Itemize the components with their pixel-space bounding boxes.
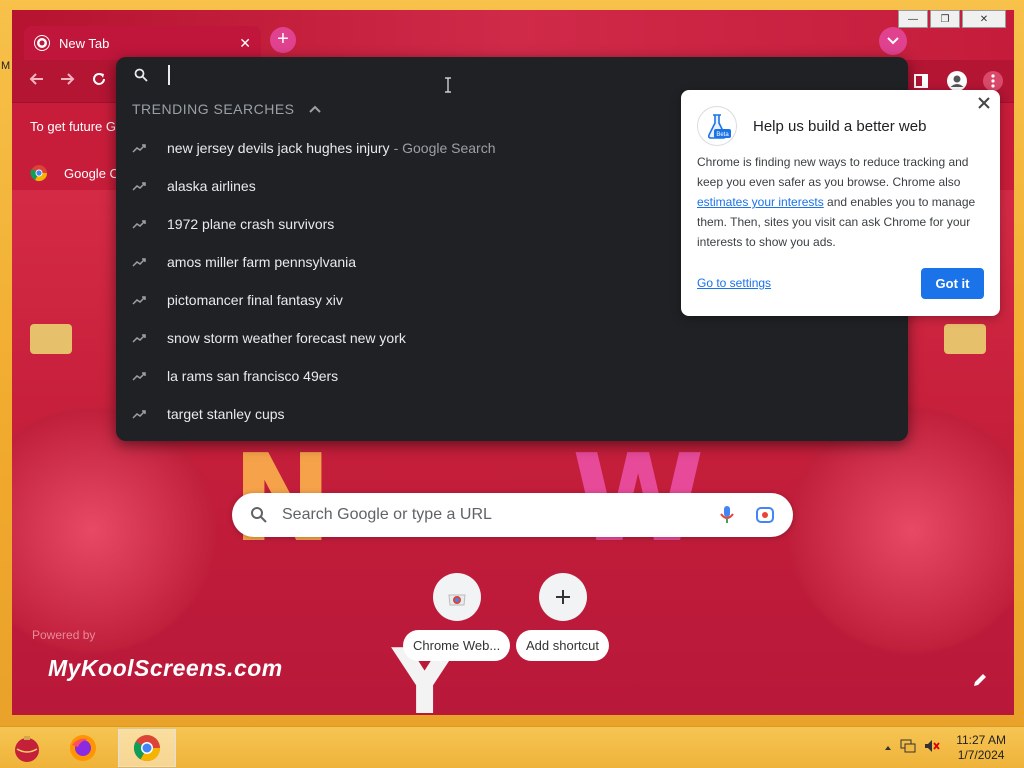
pencil-edit-icon[interactable]: [972, 672, 988, 693]
shortcut-chrome-web-store[interactable]: Chrome Web...: [403, 573, 511, 661]
tab-close-icon[interactable]: ✕: [239, 35, 251, 52]
trending-header-label: TRENDING SEARCHES: [132, 101, 295, 117]
privacy-sandbox-promo: Beta Help us build a better web Chrome i…: [681, 90, 1000, 316]
profile-avatar-icon[interactable]: [946, 70, 968, 92]
maximize-button[interactable]: ❐: [930, 10, 960, 28]
tab-title: New Tab: [59, 35, 110, 51]
firefox-icon[interactable]: [66, 731, 100, 765]
web-store-icon: [432, 573, 481, 621]
ntp-search-box[interactable]: [232, 493, 793, 537]
close-window-button[interactable]: ✕: [962, 10, 1006, 28]
trending-arrow-icon: [132, 181, 148, 191]
system-tray: [884, 739, 940, 756]
reload-icon[interactable]: [86, 68, 112, 94]
trending-arrow-icon: [132, 143, 148, 153]
trending-arrow-icon: [132, 257, 148, 267]
shortcut-add[interactable]: Add shortcut: [516, 573, 609, 661]
trending-arrow-icon: [132, 333, 148, 343]
camera-lens-icon[interactable]: [755, 506, 775, 524]
clock[interactable]: 11:27 AM 1/7/2024: [956, 733, 1006, 763]
trending-arrow-icon: [132, 409, 148, 419]
plus-icon: [538, 573, 587, 621]
brand-watermark: MyKoolScreens.com: [48, 655, 283, 681]
start-ornament-icon[interactable]: [10, 731, 44, 765]
suggestion-text: 1972 plane crash survivors: [167, 216, 335, 232]
search-icon: [134, 68, 148, 82]
trending-arrow-icon: [132, 219, 148, 229]
promo-body: Chrome is finding new ways to reduce tra…: [697, 152, 987, 252]
minimize-button[interactable]: —: [898, 10, 928, 28]
taskbar: 11:27 AM 1/7/2024: [0, 726, 1024, 768]
text-caret: [168, 65, 170, 85]
suggestion-item[interactable]: snow storm weather forecast new york: [132, 319, 892, 357]
window-controls: — ❐ ✕: [898, 10, 1006, 28]
suggestion-item[interactable]: la rams san francisco 49ers: [132, 357, 892, 395]
chrome-favicon-icon: [34, 35, 50, 51]
go-to-settings-link[interactable]: Go to settings: [697, 276, 771, 290]
mouse-ibeam-cursor-icon: [444, 77, 452, 98]
forward-arrow-icon[interactable]: [54, 68, 80, 94]
desktop-icon-fragment: M: [1, 60, 11, 72]
promo-title: Help us build a better web: [753, 118, 927, 135]
omnibox-input-row[interactable]: [116, 57, 908, 93]
suggestion-item[interactable]: target stanley cups: [132, 395, 892, 433]
beta-badge-text: Beta: [716, 132, 729, 138]
info-bar-text: To get future G: [30, 119, 116, 134]
toolbar-right-icons: [910, 70, 1004, 92]
ornament-left-decoration: [30, 324, 72, 354]
shortcut-label: Add shortcut: [516, 630, 609, 661]
new-tab-button[interactable]: +: [270, 27, 296, 53]
suggestion-text: new jersey devils jack hughes injury: [167, 140, 390, 156]
promo-body-text: Chrome is finding new ways to reduce tra…: [697, 155, 969, 189]
title-bar: New Tab ✕ + — ❐ ✕: [12, 10, 1014, 60]
got-it-button[interactable]: Got it: [921, 268, 984, 299]
chrome-logo-icon: [30, 165, 48, 182]
back-arrow-icon[interactable]: [24, 68, 50, 94]
close-icon[interactable]: [978, 96, 990, 114]
suggestion-text: snow storm weather forecast new york: [167, 330, 406, 346]
suggestion-text: alaska airlines: [167, 178, 256, 194]
trending-arrow-icon: [132, 295, 148, 305]
ornament-right-decoration: [944, 324, 986, 354]
chevron-up-icon[interactable]: [308, 105, 321, 113]
beta-flask-icon: Beta: [697, 106, 737, 146]
estimates-interests-link[interactable]: estimates your interests: [697, 195, 824, 209]
ntp-search-input[interactable]: [282, 506, 719, 524]
powered-by-text: Powered by: [32, 628, 96, 642]
tab-search-button[interactable]: [879, 27, 907, 55]
suggestion-text: la rams san francisco 49ers: [167, 368, 339, 384]
clock-time: 11:27 AM: [956, 733, 1006, 747]
clock-date: 1/7/2024: [957, 748, 1005, 762]
suggestion-text: target stanley cups: [167, 406, 285, 422]
microphone-icon[interactable]: [719, 505, 735, 525]
network-icon[interactable]: [900, 739, 916, 756]
volume-muted-icon[interactable]: [924, 739, 940, 756]
bookmark-item[interactable]: Google C: [30, 164, 119, 182]
tray-chevron-up-icon[interactable]: [884, 742, 892, 754]
suggestion-text: amos miller farm pennsylvania: [167, 254, 357, 270]
tab-new-tab[interactable]: New Tab ✕: [24, 26, 261, 60]
suggestion-text: pictomancer final fantasy xiv: [167, 292, 343, 308]
menu-kebab-icon[interactable]: [982, 70, 1004, 92]
suggestion-extra: - Google Search: [393, 140, 496, 156]
side-panel-icon[interactable]: [910, 70, 932, 92]
chrome-logo-icon[interactable]: [130, 731, 164, 765]
shortcut-label: Chrome Web...: [403, 630, 511, 661]
trending-arrow-icon: [132, 371, 148, 381]
search-icon: [251, 507, 267, 523]
trending-searches-header[interactable]: TRENDING SEARCHES: [132, 101, 321, 117]
bookmark-label: Google C: [64, 165, 119, 181]
